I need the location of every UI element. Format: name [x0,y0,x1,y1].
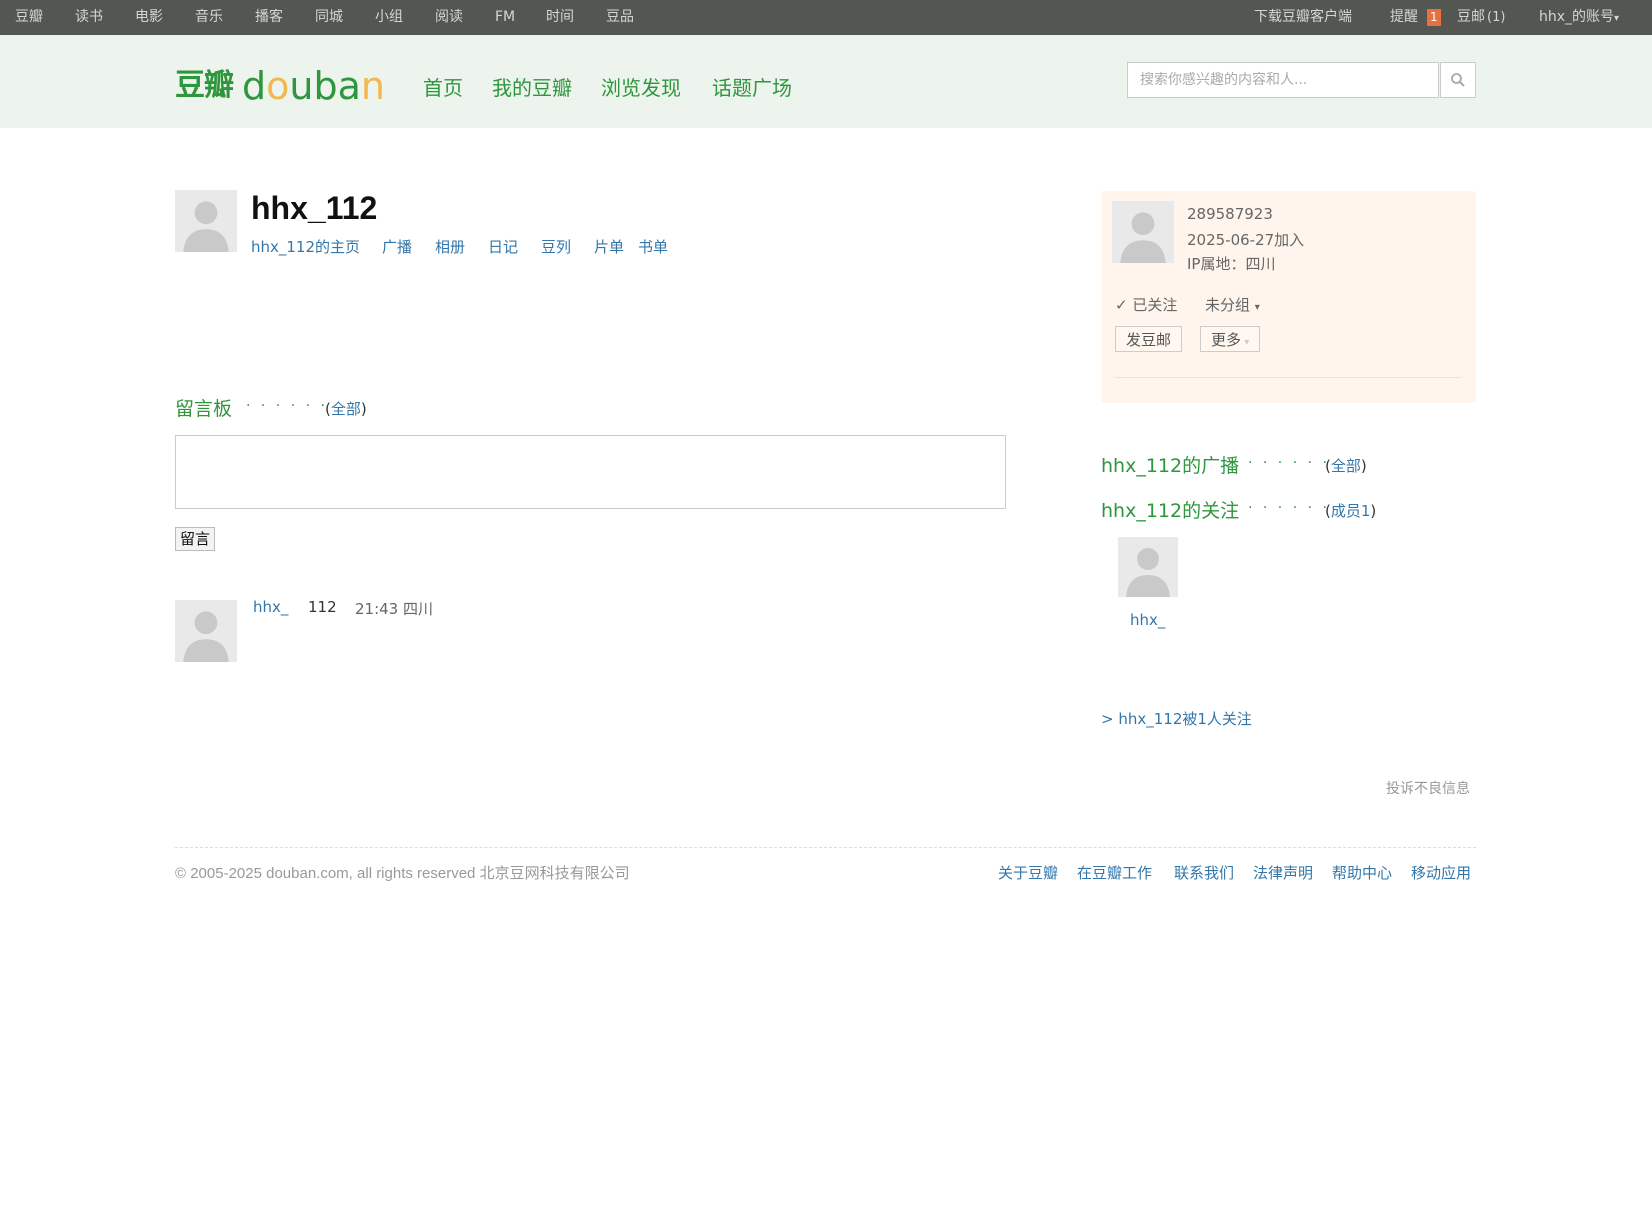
tab-broadcast[interactable]: 广播 [382,236,412,257]
tab-diary[interactable]: 日记 [488,236,518,257]
search-button[interactable] [1440,62,1476,98]
followers-link[interactable]: > hhx_112被1人关注 [1101,708,1252,729]
topbar-market[interactable]: 豆品 [606,0,634,35]
topbar-time[interactable]: 时间 [546,0,574,35]
friend-name-link[interactable]: hhx_ [1130,611,1165,629]
remind-count-badge: 1 [1427,9,1441,26]
tab-homepage[interactable]: hhx_112的主页 [251,236,360,257]
search-icon [1451,73,1465,87]
doumail-count: (1) [1487,10,1506,25]
group-selector[interactable]: 未分组 ▾ [1205,294,1260,315]
broadcast-title: hhx_112的广播 [1101,455,1240,477]
remind-link[interactable]: 提醒 [1390,0,1418,35]
tab-movielist[interactable]: 片单 [594,236,624,257]
tab-doulist[interactable]: 豆列 [541,236,571,257]
chevron-down-icon: ▾ [1614,13,1620,24]
submit-message-button[interactable]: 留言 [175,527,216,551]
account-menu[interactable]: hhx_的账号▾ [1539,0,1619,35]
tab-booklist[interactable]: 书单 [638,236,668,257]
following-members-wrap: (成员1) [1325,502,1377,520]
broadcast-dots: · · · · · · [1248,455,1330,471]
followed-status[interactable]: ✓ 已关注 [1115,294,1177,315]
tab-album[interactable]: 相册 [435,236,465,257]
topbar-read[interactable]: 阅读 [435,0,463,35]
card-ip: IP属地：四川 [1187,255,1276,273]
footer-copyright: © 2005-2025 douban.com, all rights reser… [175,865,630,882]
broadcast-all-wrap: (全部) [1325,457,1367,475]
friend-avatar[interactable] [1118,537,1178,597]
user-placeholder-icon [1126,548,1170,597]
following-title: hhx_112的关注 [1101,500,1240,522]
nav-explore[interactable]: 浏览发现 [601,72,681,101]
comment-text: 112 [308,598,337,616]
topbar-music[interactable]: 音乐 [195,0,223,35]
more-label: 更多 [1211,331,1242,349]
topbar-fm[interactable]: FM [495,0,515,35]
broadcast-all-link[interactable]: 全部 [1331,457,1361,475]
chevron-down-icon: ▾ [1254,302,1260,313]
comment-time: 21:43 四川 [355,600,433,618]
chevron-down-icon: ▾ [1241,337,1250,348]
download-app-link[interactable]: 下载豆瓣客户端 [1254,0,1352,35]
messageboard-dots: · · · · · · [246,398,328,414]
more-button[interactable]: 更多 ▾ [1200,326,1261,352]
footer-about[interactable]: 关于豆瓣 [998,862,1058,883]
comment-user-link[interactable]: hhx_ [253,598,288,616]
message-textarea[interactable] [175,435,1006,509]
report-link[interactable]: 投诉不良信息 [1386,778,1470,798]
messageboard-all-link[interactable]: 全部 [331,400,361,418]
topbar-location[interactable]: 同城 [315,0,343,35]
topbar-movie[interactable]: 电影 [135,0,163,35]
doumail-link[interactable]: 豆邮 [1457,0,1485,35]
topbar-group[interactable]: 小组 [375,0,403,35]
following-members-link[interactable]: 成员1 [1331,502,1371,520]
profile-avatar[interactable] [175,190,237,252]
search-input[interactable]: 搜索你感兴趣的内容和人... [1127,62,1439,98]
comment-avatar[interactable] [175,600,237,662]
nav-home[interactable]: 首页 [423,72,463,101]
footer-help[interactable]: 帮助中心 [1332,862,1392,883]
footer-contact[interactable]: 联系我们 [1174,862,1234,883]
profile-card: 289587923 2025-06-27加入 IP属地：四川 ✓ 已关注 未分组… [1101,191,1476,403]
send-doumail-button[interactable]: 发豆邮 [1115,326,1183,352]
douban-logo[interactable]: 豆瓣 douban [175,48,407,122]
logo-cn: 豆瓣 [175,68,234,103]
user-placeholder-icon [1120,212,1166,263]
footer-jobs[interactable]: 在豆瓣工作 [1077,862,1152,883]
nav-mine[interactable]: 我的豆瓣 [492,72,572,101]
topbar-book[interactable]: 读书 [75,0,103,35]
card-joined: 2025-06-27加入 [1187,231,1305,249]
messageboard-title: 留言板 [175,398,233,420]
topbar-podcast[interactable]: 播客 [255,0,283,35]
topbar-douban[interactable]: 豆瓣 [15,0,43,35]
group-label: 未分组 [1205,296,1251,314]
footer-legal[interactable]: 法律声明 [1253,862,1313,883]
global-topbar: 豆瓣 读书 电影 音乐 播客 同城 小组 阅读 FM 时间 豆品 下载豆瓣客户端… [0,0,1652,35]
user-placeholder-icon [183,201,229,252]
following-dots: · · · · · · [1248,500,1330,516]
profile-name: hhx_112 [251,190,378,226]
card-divider [1115,377,1461,378]
footer-mobile[interactable]: 移动应用 [1411,862,1471,883]
logo-en: douban [242,64,385,108]
footer-divider [175,847,1476,848]
user-placeholder-icon [183,611,229,662]
nav-topics[interactable]: 话题广场 [712,72,792,101]
messageboard-all-wrap: (全部) [325,400,367,418]
account-label: hhx_的账号 [1539,9,1615,25]
card-user-id: 289587923 [1187,205,1273,223]
card-avatar[interactable] [1112,201,1174,263]
